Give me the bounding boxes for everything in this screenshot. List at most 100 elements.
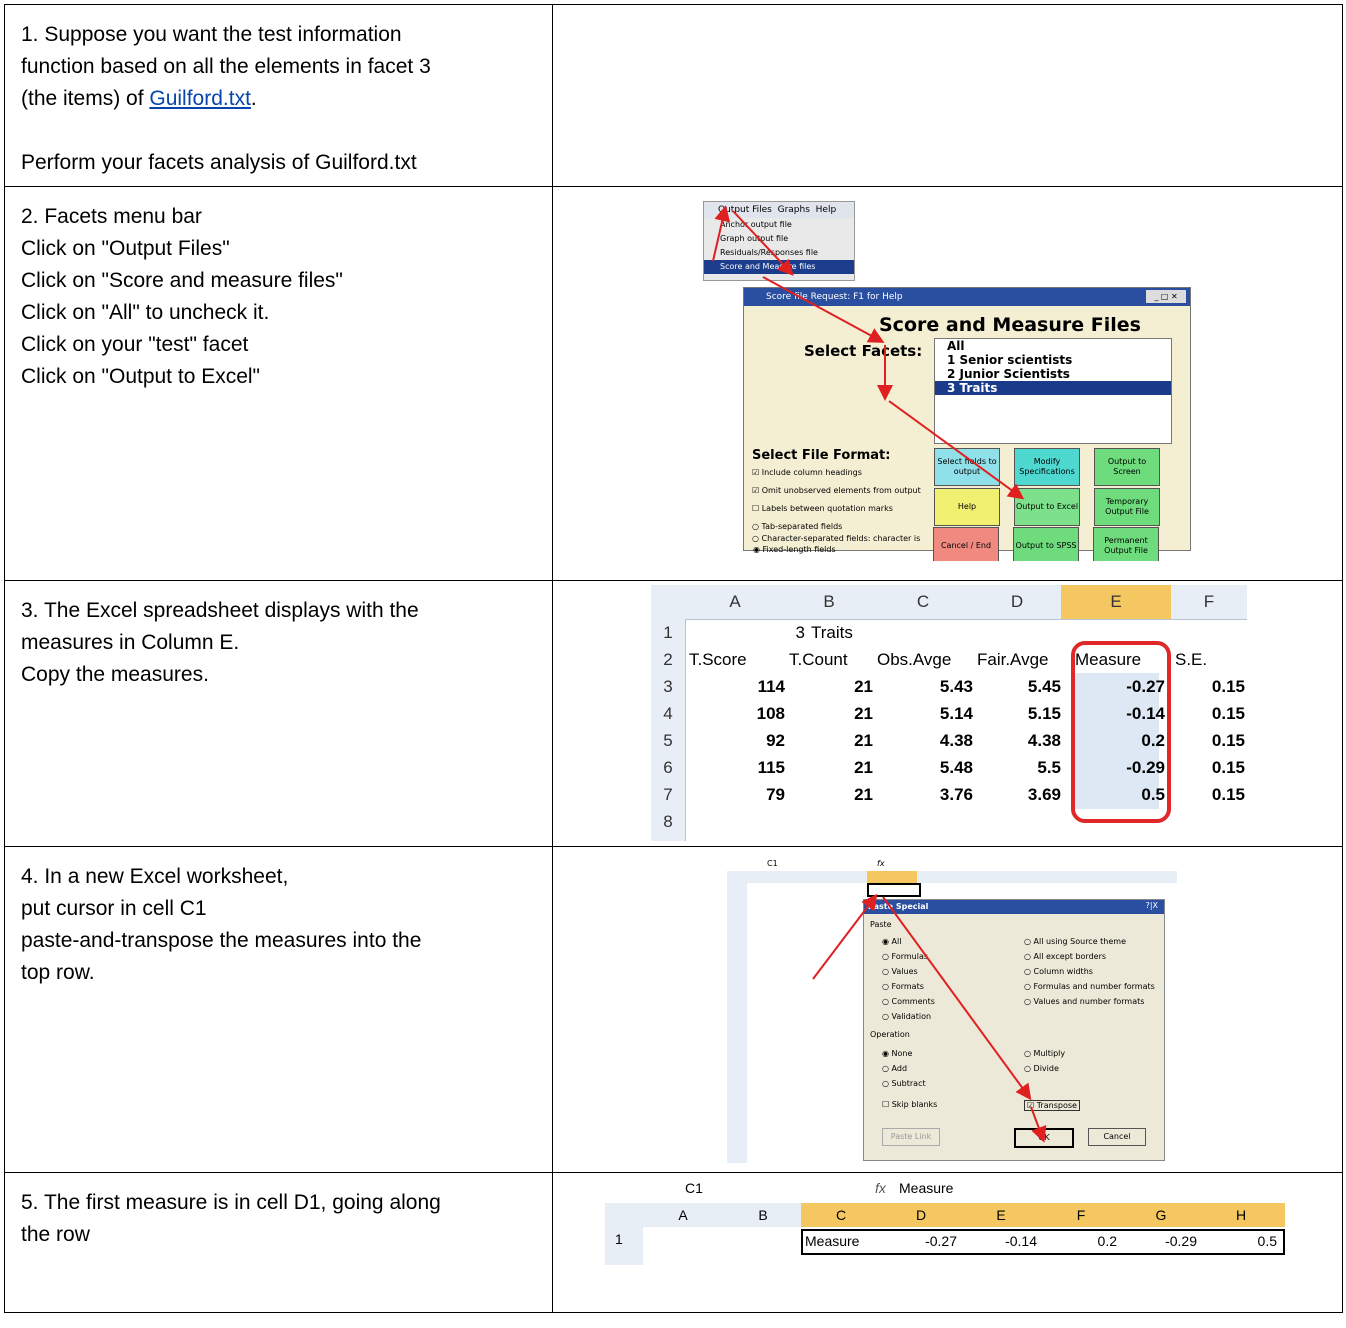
data-cell[interactable]: 5.45	[977, 673, 1061, 700]
result-formula-bar: C1 fx Measure	[605, 1175, 1285, 1204]
step-3-image-cell: A B C D E F 1 2 3 4 5 6 7 8 3 Traits T.S…	[552, 580, 1343, 847]
result-cell[interactable]: -0.27	[885, 1233, 957, 1249]
step-5-line-2: the row	[21, 1223, 90, 1246]
step-4-text-cell: 4. In a new Excel worksheet, put cursor …	[4, 846, 553, 1173]
col-f[interactable]: F	[1171, 585, 1247, 619]
data-cell[interactable]: 4.38	[977, 727, 1061, 754]
transposed-result-screenshot: C1 fx Measure ABCDEFGH 1 Measure -0.27 -0.…	[605, 1175, 1285, 1265]
row-num-5[interactable]: 5	[651, 727, 685, 754]
step-3-line-3: Copy the measures.	[21, 663, 209, 686]
col-c[interactable]: C	[873, 585, 973, 619]
cell-c1[interactable]: Traits	[811, 619, 871, 646]
result-row-1[interactable]: 1	[615, 1231, 623, 1247]
step-3-text-cell: 3. The Excel spreadsheet displays with t…	[4, 580, 553, 847]
result-namebox[interactable]: C1	[685, 1180, 703, 1196]
data-cell[interactable]: 115	[689, 754, 785, 781]
step-1-period: .	[250, 87, 257, 110]
step-2-line-6: Click on "Output to Excel"	[21, 365, 261, 388]
data-cell[interactable]: 5.48	[877, 754, 973, 781]
result-col-header[interactable]: A	[643, 1207, 723, 1223]
result-cell[interactable]: -0.29	[1125, 1233, 1197, 1249]
row-num-6[interactable]: 6	[651, 754, 685, 781]
red-arrows	[712, 205, 1025, 500]
step-3-line-2: measures in Column E.	[21, 631, 240, 654]
col-e[interactable]: E	[1061, 585, 1171, 619]
step-4-line-2: put cursor in cell C1	[21, 897, 207, 920]
step-2-line-2: Click on "Output Files"	[21, 237, 230, 260]
result-col-header[interactable]: B	[723, 1207, 803, 1223]
col-b[interactable]: B	[785, 585, 873, 619]
data-cell[interactable]: 21	[789, 727, 873, 754]
col-a[interactable]: A	[685, 585, 785, 619]
row-num-4[interactable]: 4	[651, 700, 685, 727]
step-1-line-2: function based on all the elements in fa…	[21, 55, 431, 78]
step-5-image-cell: C1 fx Measure ABCDEFGH 1 Measure -0.27 -0.…	[552, 1172, 1343, 1313]
result-col-header[interactable]: H	[1201, 1207, 1281, 1223]
steps-table: 1. Suppose you want the test information…	[4, 4, 1343, 1313]
result-col-header[interactable]: G	[1121, 1207, 1201, 1223]
step-2-line-3: Click on "Score and measure files"	[21, 269, 343, 292]
header-tscore[interactable]: T.Score	[689, 646, 785, 673]
result-col-header[interactable]: E	[961, 1207, 1041, 1223]
step-1-image-cell	[552, 4, 1343, 187]
data-cell[interactable]: 0.15	[1175, 727, 1245, 754]
row-num-3[interactable]: 3	[651, 673, 685, 700]
data-cell[interactable]: 21	[789, 754, 873, 781]
guilford-link[interactable]: Guilford.txt	[149, 87, 251, 110]
data-cell[interactable]: 0.15	[1175, 754, 1245, 781]
step-5-text-cell: 5. The first measure is in cell D1, goin…	[4, 1172, 553, 1313]
step-1-line-1: 1. Suppose you want the test information	[21, 23, 402, 46]
cell-b1[interactable]: 3	[785, 619, 805, 646]
data-cell[interactable]: 3.76	[877, 781, 973, 808]
result-col-header[interactable]: C	[801, 1207, 881, 1223]
step-4-line-3: paste-and-transpose the measures into th…	[21, 929, 422, 952]
header-obsavge[interactable]: Obs.Avge	[877, 646, 973, 673]
result-cell[interactable]: -0.14	[965, 1233, 1037, 1249]
data-cell[interactable]: 79	[689, 781, 785, 808]
step-4-image-cell: C1 fx Paste Special ?|X Paste ◉ All ○ For…	[552, 846, 1343, 1173]
data-cell[interactable]: 92	[689, 727, 785, 754]
step-2-line-4: Click on "All" to uncheck it.	[21, 301, 270, 324]
result-col-header[interactable]: D	[881, 1207, 961, 1223]
data-cell[interactable]: 3.69	[977, 781, 1061, 808]
result-cell[interactable]: 0.5	[1205, 1233, 1277, 1249]
row-num-1[interactable]: 1	[651, 619, 685, 646]
header-fairavge[interactable]: Fair.Avge	[977, 646, 1061, 673]
header-se[interactable]: S.E.	[1175, 646, 1245, 673]
data-cell[interactable]: 5.14	[877, 700, 973, 727]
result-cell[interactable]: 0.2	[1045, 1233, 1117, 1249]
row-num-7[interactable]: 7	[651, 781, 685, 808]
result-formula-value[interactable]: Measure	[899, 1180, 953, 1196]
step-2-text-cell: 2. Facets menu bar Click on "Output File…	[4, 186, 553, 581]
step-5-line-1: 5. The first measure is in cell D1, goin…	[21, 1191, 441, 1214]
excel-measures-screenshot: A B C D E F 1 2 3 4 5 6 7 8 3 Traits T.S…	[651, 585, 1247, 841]
row-num-8[interactable]: 8	[651, 808, 685, 835]
result-row-header: 1	[605, 1227, 643, 1265]
data-cell[interactable]: 4.38	[877, 727, 973, 754]
data-cell[interactable]: 5.43	[877, 673, 973, 700]
data-cell[interactable]: 0.15	[1175, 673, 1245, 700]
data-cell[interactable]: 5.15	[977, 700, 1061, 727]
result-cell[interactable]: Measure	[805, 1233, 877, 1249]
data-cell[interactable]: 0.15	[1175, 781, 1245, 808]
result-col-header[interactable]: F	[1041, 1207, 1121, 1223]
header-tcount[interactable]: T.Count	[789, 646, 873, 673]
step-4-line-4: top row.	[21, 961, 95, 984]
data-cell[interactable]: 21	[789, 673, 873, 700]
step-4-line-1: 4. In a new Excel worksheet,	[21, 865, 289, 888]
data-cell[interactable]: 0.15	[1175, 700, 1245, 727]
paste-arrows	[812, 893, 1047, 1143]
data-cell[interactable]: 108	[689, 700, 785, 727]
row-num-2[interactable]: 2	[651, 646, 685, 673]
step-1-line-3: (the items) of	[21, 87, 150, 110]
data-cell[interactable]: 114	[689, 673, 785, 700]
paste-special-screenshot: C1 fx Paste Special ?|X Paste ◉ All ○ For…	[727, 859, 1177, 1163]
step-1-text-cell: 1. Suppose you want the test information…	[4, 4, 553, 187]
measure-highlight-ring	[1071, 641, 1171, 823]
data-cell[interactable]: 21	[789, 700, 873, 727]
step-2-line-5: Click on your "test" facet	[21, 333, 249, 356]
data-cell[interactable]: 21	[789, 781, 873, 808]
data-cell[interactable]: 5.5	[977, 754, 1061, 781]
step-2-line-1: 2. Facets menu bar	[21, 205, 202, 228]
col-d[interactable]: D	[973, 585, 1061, 619]
